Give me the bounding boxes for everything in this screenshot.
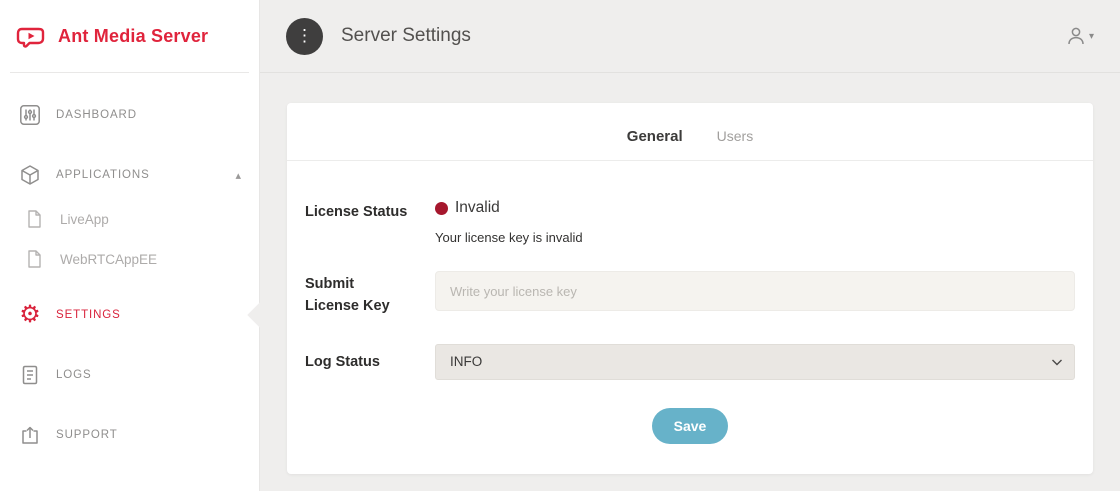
license-status-label: License Status [305, 199, 435, 223]
sidebar-item-label: SETTINGS [56, 309, 121, 321]
brand-logo[interactable]: Ant Media Server [0, 0, 259, 72]
sidebar-item-label: SUPPORT [56, 429, 118, 441]
log-status-label: Log Status [305, 351, 435, 373]
license-status-value: Invalid Your license key is invalid [435, 199, 1075, 245]
kebab-icon: ⋮ [296, 26, 313, 46]
save-row: Save [305, 408, 1075, 444]
tab-users[interactable]: Users [717, 128, 754, 144]
sidebar-item-logs[interactable]: LOGS [0, 351, 259, 399]
sidebar-item-dashboard[interactable]: DASHBOARD [0, 91, 259, 139]
sidebar-item-label: WebRTCAppEE [60, 252, 157, 267]
log-status-row: Log Status INFO [305, 344, 1075, 380]
submit-license-value [435, 271, 1075, 311]
main-area: ⋮ Server Settings ▾ General Users [260, 0, 1120, 491]
sidebar-item-settings[interactable]: ⚙ SETTINGS [0, 291, 259, 339]
gear-icon: ⚙ [18, 303, 42, 327]
submit-license-label: Submit License Key [305, 271, 435, 318]
license-status-row: License Status Invalid Your license key … [305, 199, 1075, 245]
sidebar-item-label: LOGS [56, 369, 92, 381]
status-dot-icon [435, 202, 448, 215]
sidebar-item-label: DASHBOARD [56, 109, 137, 121]
log-status-select[interactable]: INFO [435, 344, 1075, 380]
tab-general[interactable]: General [627, 128, 683, 145]
logs-icon [18, 363, 42, 387]
sidebar-nav: DASHBOARD APPLICATIONS ▴ [0, 73, 259, 459]
kebab-menu-button[interactable]: ⋮ [286, 18, 323, 55]
sidebar-item-applications[interactable]: APPLICATIONS ▴ [0, 151, 259, 199]
sidebar-item-support[interactable]: SUPPORT [0, 411, 259, 459]
save-button[interactable]: Save [652, 408, 729, 444]
sidebar-item-label: APPLICATIONS [56, 169, 150, 181]
ant-media-logo-icon [14, 19, 48, 53]
applications-icon [18, 163, 42, 187]
sidebar-item-webrtcappee[interactable]: WebRTCAppEE [0, 239, 259, 279]
file-icon [22, 207, 46, 231]
brand-name: Ant Media Server [58, 26, 208, 47]
header: ⋮ Server Settings ▾ [260, 0, 1120, 73]
settings-form: License Status Invalid Your license key … [287, 161, 1093, 474]
user-icon [1065, 25, 1087, 47]
sidebar: Ant Media Server DASHBOARD [0, 0, 260, 491]
support-icon [18, 423, 42, 447]
license-status-text: Invalid [455, 199, 500, 217]
log-status-select-wrap: INFO [435, 344, 1075, 380]
page-title: Server Settings [341, 25, 471, 47]
settings-card: General Users License Status Invalid You… [287, 103, 1093, 474]
license-key-input[interactable] [435, 271, 1075, 311]
content-area: General Users License Status Invalid You… [260, 73, 1120, 491]
sidebar-item-label: LiveApp [60, 212, 109, 227]
chevron-down-icon: ▾ [1089, 31, 1094, 42]
dashboard-icon [18, 103, 42, 127]
submit-license-row: Submit License Key [305, 271, 1075, 318]
sidebar-item-liveapp[interactable]: LiveApp [0, 199, 259, 239]
user-menu-button[interactable]: ▾ [1065, 25, 1094, 47]
file-icon [22, 247, 46, 271]
app-window: Ant Media Server DASHBOARD [0, 0, 1120, 491]
license-status-detail: Your license key is invalid [435, 230, 1075, 245]
chevron-up-icon[interactable]: ▴ [235, 169, 241, 182]
tab-bar: General Users [287, 103, 1093, 161]
